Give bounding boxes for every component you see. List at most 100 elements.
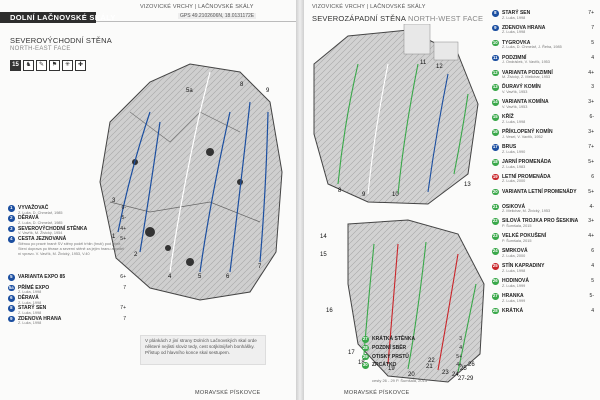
- route-number-badge: 10: [492, 39, 499, 47]
- route-author: Z. Luža, 1983: [502, 164, 526, 169]
- route-author: Z. Luža, 1998: [502, 119, 526, 124]
- route-author: Z. Luža, 1998: [18, 310, 42, 315]
- topo-route-number: 12: [436, 64, 443, 70]
- route-number-badge: 23: [492, 233, 499, 240]
- route-item: 23 VELKÉ POKUŠENÍ 4+ P. Šumšala, 2015: [492, 233, 594, 248]
- route-item: 21 OSIKOVÁ 4- Z. Melichar, M. Živický, 1953: [492, 203, 594, 219]
- route-grade: 6: [591, 173, 594, 180]
- route-item: 1 VYVAŽOVAČ 6- Z. Luža, D. Chmelař, 1985: [8, 205, 126, 215]
- route-item: 14 VARIANTA KOMÍNA 3+ V. Vavřík, 1953: [492, 99, 594, 114]
- topo-route-number: 5a: [186, 88, 193, 94]
- route-grade: 3: [459, 336, 462, 342]
- route-number-badge: 25: [492, 263, 499, 270]
- route-item: 27 KRÁTKÁ STĚNKA 3: [362, 336, 462, 345]
- route-number-badge: 19: [492, 173, 499, 181]
- route-number-badge: 9: [492, 24, 499, 32]
- sector-title-en: NORTH-WEST FACE: [407, 14, 484, 23]
- route-author: P. Šumšala, 2015: [502, 238, 532, 243]
- route-author: Z. Luža, 1999: [502, 298, 526, 303]
- route-grade: 5+: [588, 188, 594, 195]
- route-number-badge: 26: [492, 278, 499, 285]
- route-item: 24 SMRKOVÁ 6 Z. Luža, 2000: [492, 248, 594, 263]
- route-number-badge: 15: [492, 114, 499, 121]
- route-list: 8 STARÝ SEN 7+ Z. Luža, 1998 9 ZDENOVA HRANA 7…: [492, 10, 594, 323]
- topo-route-number: 14: [320, 234, 327, 240]
- route-grade: 3+: [588, 99, 594, 106]
- route-number-badge: 1: [8, 205, 15, 212]
- route-author: M. Živický, Z. Melichar, 1953: [502, 75, 551, 80]
- route-number-badge: 14: [492, 99, 499, 106]
- route-author: J. Ondráček, V. Vavřík, 1953: [502, 60, 550, 65]
- route-item: 22 SILOVÁ TROJKA PRO ŠESKINA 3+ P. Šumšala,…: [492, 218, 594, 233]
- route-item: 13 ĎURAVÝ KOMÍN 3 V. Vavřík, 1953: [492, 84, 594, 99]
- route-grade: 6+: [120, 274, 126, 281]
- route-number-badge: 11: [492, 54, 499, 62]
- route-number-badge: 8: [8, 305, 15, 312]
- route-author: P. Šumšala, 2015: [502, 224, 532, 229]
- right-page: VIZOVICKÉ VRCHY | LAČNOVSKÉ SKÁLY SEVERO…: [304, 0, 600, 400]
- title-rule: [96, 21, 296, 22]
- route-name: ZRCÁTKO: [372, 362, 397, 369]
- page-footer: MORAVSKÉ PÍSKOVCE: [344, 390, 410, 396]
- route-number-badge: 4: [8, 236, 15, 243]
- route-author: Z. Melichar, M. Živický, 1953: [502, 209, 551, 214]
- route-item: 8 STARÝ SEN 7+ Z. Luža, 1998: [8, 305, 126, 315]
- left-page: VIZOVICKÉ VRCHY | LAČNOVSKÉ SKÁLY DOLNÍ …: [0, 0, 296, 400]
- sector-icon-row: 15 ♞ ✎ ⚑ ✳ ✚: [10, 60, 86, 71]
- route-item: 27 HRANKA 5- Z. Luža, 1999: [492, 292, 594, 308]
- route-item: 20 VARIANTA LETNÍ PROMENÁDY 5+: [492, 188, 594, 204]
- page-footer: MORAVSKÉ PÍSKOVCE: [195, 390, 261, 396]
- route-author: Z. Luža, 1998: [18, 290, 42, 295]
- route-grade: 4+: [120, 225, 126, 232]
- route-grade: 4: [591, 263, 594, 270]
- route-item: 5a PŘÍMÉ EXPO 7 Z. Luža, 1998: [8, 284, 126, 295]
- route-item: 9 ZDENOVA HRANA 7 Z. Luža, 1998: [492, 24, 594, 40]
- route-number-badge: 2: [8, 215, 15, 222]
- route-number-badge: 30: [362, 362, 369, 369]
- route-number-badge: 9: [8, 315, 15, 323]
- running-header: VIZOVICKÉ VRCHY | LAČNOVSKÉ SKÁLY: [312, 4, 426, 10]
- route-item: 17 BRUS 7+ Z. Luža, 1990: [492, 144, 594, 159]
- route-number-badge: 6: [8, 294, 15, 302]
- route-number-badge: 13: [492, 84, 499, 92]
- topo-route-number: 10: [392, 192, 399, 198]
- route-grade: 5-: [589, 292, 594, 299]
- sun-icon: ✳: [62, 60, 73, 71]
- route-number-badge: 21: [492, 203, 499, 211]
- route-author: Z. Luža, 2000: [502, 179, 526, 184]
- route-grade: 6: [591, 248, 594, 255]
- person-icon: ♞: [23, 60, 34, 71]
- route-author: J. Vesel, V. Vavřík, 1952: [502, 134, 543, 139]
- route-grade: 6-: [121, 205, 126, 211]
- route-item: 18 JARNÍ PROMENÁDA 5+ Z. Luža, 1983: [492, 158, 594, 174]
- running-header: VIZOVICKÉ VRCHY | LAČNOVSKÉ SKÁLY: [140, 4, 254, 10]
- route-grade: 4: [591, 54, 594, 61]
- route-name: VARIANTA LETNÍ PROMENÁDY: [502, 188, 577, 195]
- route-author: Z. Luža, 1998: [18, 300, 42, 305]
- north-west-face-topo: 89101112131415161718192021222324252627-2…: [313, 24, 485, 383]
- route-item: 12 VARIANTA PODZIMNÍ 4+ M. Živický, Z. Meli…: [492, 69, 594, 85]
- route-grade: 7: [123, 315, 126, 322]
- compass-icon: ✚: [75, 60, 86, 71]
- bottom-route-list: 27 KRÁTKÁ STĚNKA 3 28 POZDNÍ SBĚR 4 29 OTISKY P…: [362, 336, 462, 371]
- route-grade: 4+: [588, 233, 594, 240]
- route-grade: 4: [591, 307, 594, 314]
- route-grade: 7+: [588, 144, 594, 151]
- route-number-badge: 24: [492, 248, 499, 255]
- route-grade: 5-: [121, 215, 126, 222]
- sector-title-cz: SEVEROZÁPADNÍ STĚNA: [312, 14, 406, 23]
- route-author: V. Vavřík, M. Živický, 1954: [18, 231, 63, 236]
- route-item: 10 TYGROVKA 5 Z. Luža, D. Chmelař, J. Řeha,…: [492, 39, 594, 55]
- route-grade: 6-: [589, 114, 594, 121]
- route-number-badge: 22: [492, 218, 499, 226]
- route-item: 28 KRÁTKÁ 4: [492, 307, 594, 323]
- route-author: Z. Luža, 1998: [18, 321, 42, 326]
- route-list: 1 VYVAŽOVAČ 6- Z. Luža, D. Chmelař, 1985 2 DĚ…: [8, 205, 126, 326]
- topo-route-number: 15: [320, 252, 327, 258]
- route-item: 8 STARÝ SEN 7+ Z. Luža, 1998: [492, 10, 594, 25]
- route-author: Z. Luža, D. Chmelař, 1985: [18, 220, 63, 225]
- route-number-badge: 5: [8, 274, 15, 281]
- route-grade: 3+: [588, 129, 594, 136]
- route-number-badge: 27: [362, 336, 369, 343]
- route-number-badge: 28: [362, 344, 369, 352]
